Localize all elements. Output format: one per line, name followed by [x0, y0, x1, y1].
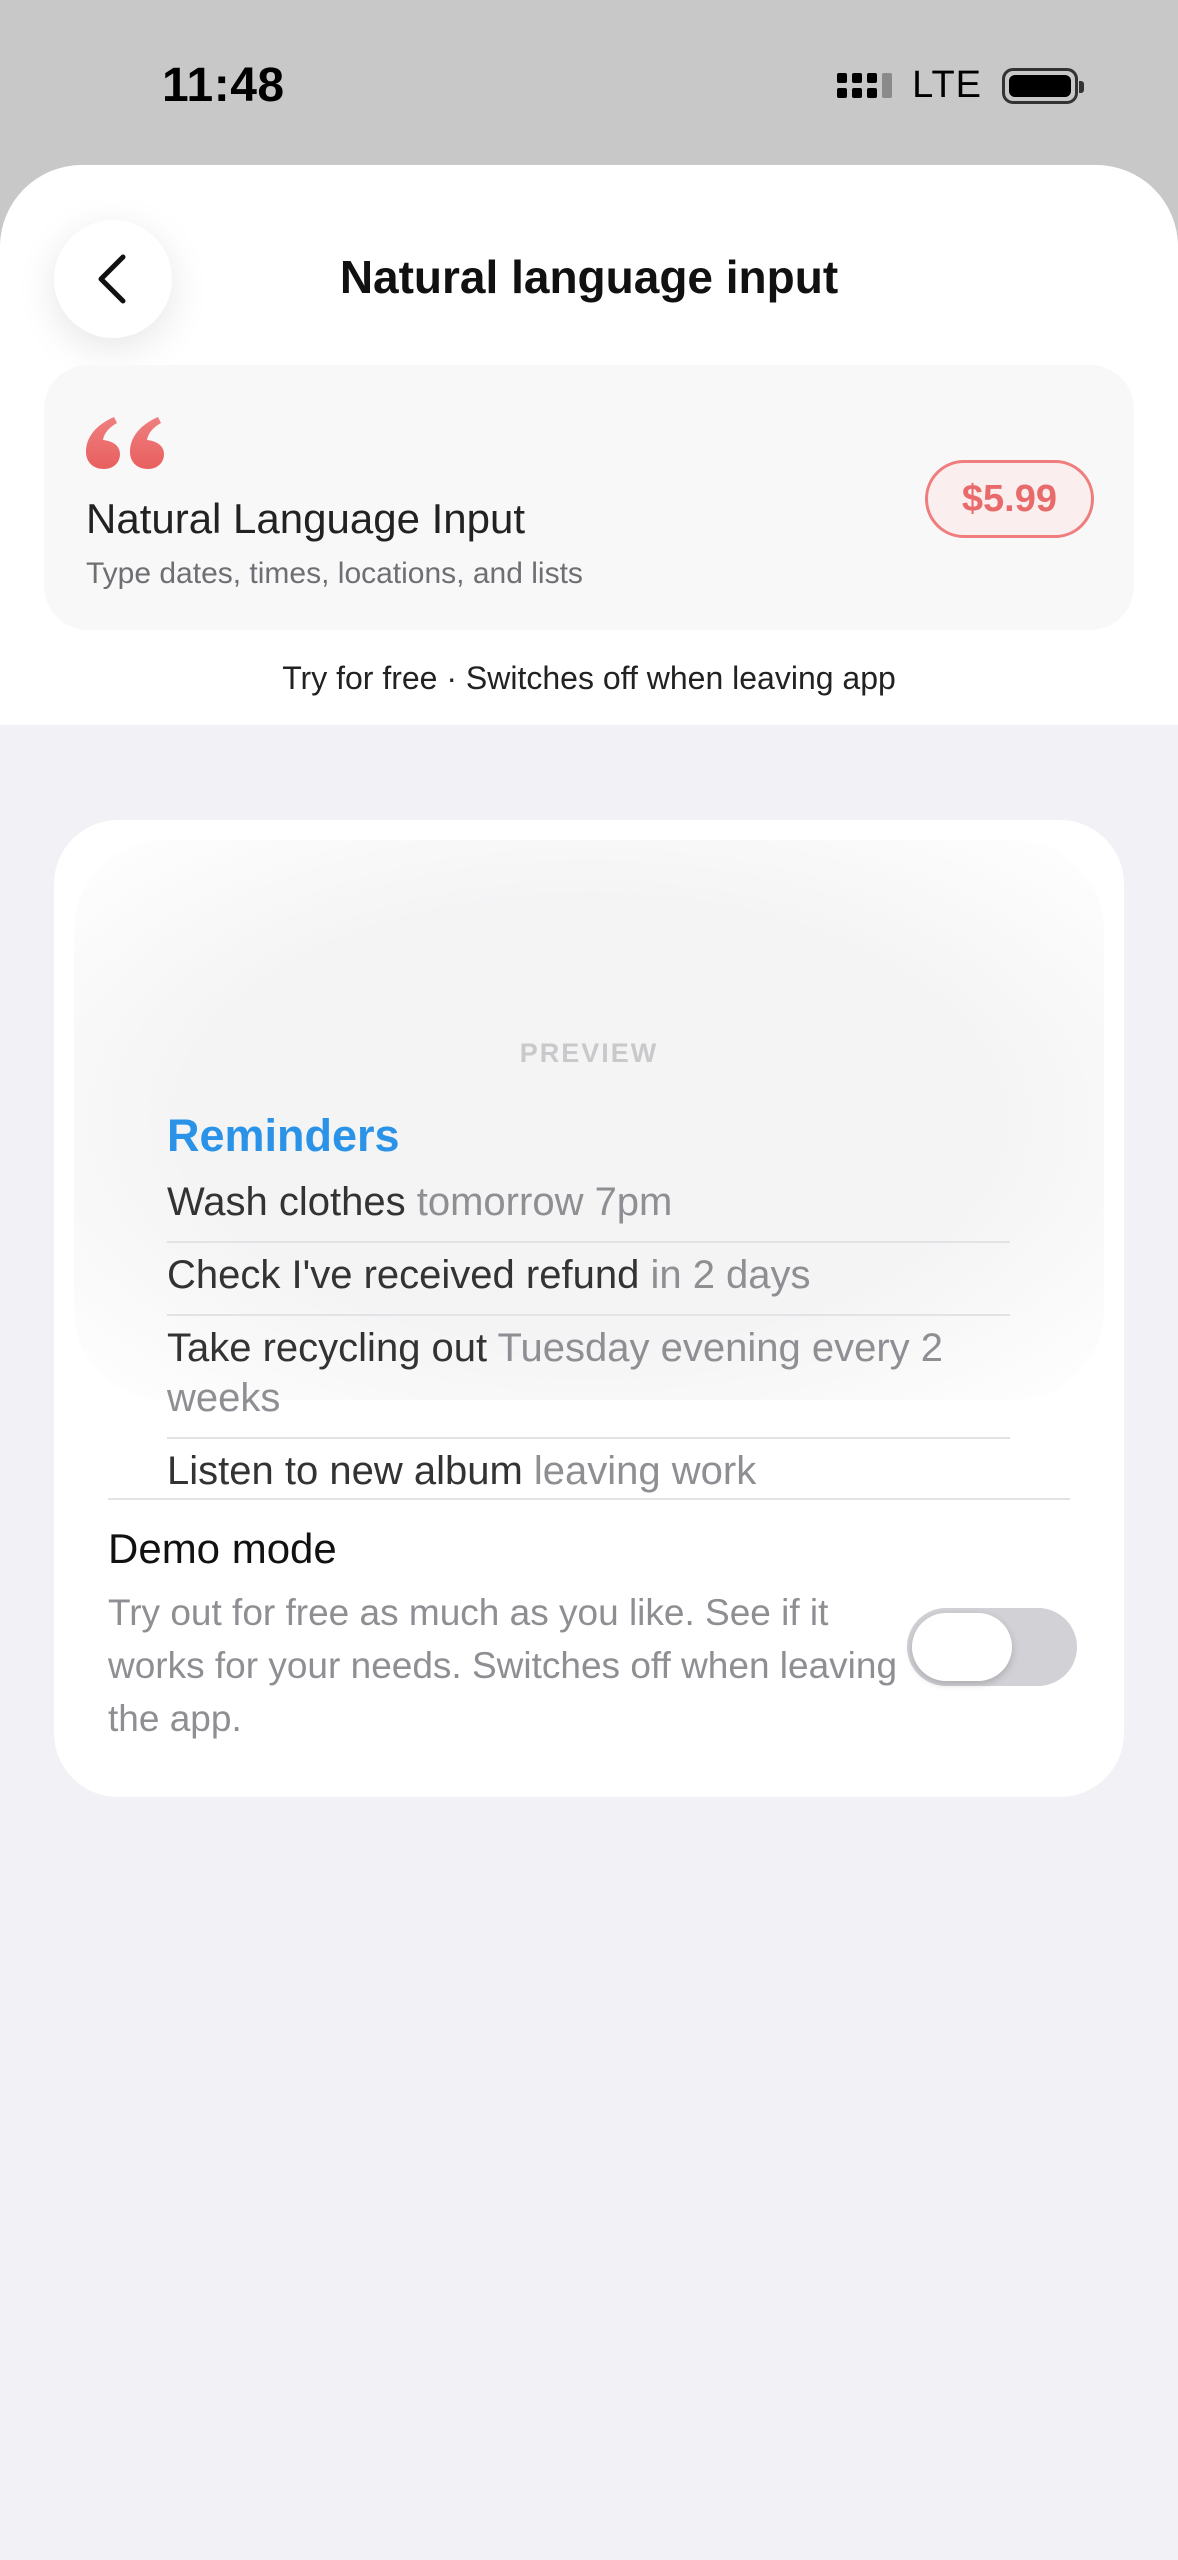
reminder-when: leaving work: [533, 1449, 757, 1493]
list-item: Wash clothes tomorrow 7pm: [167, 1170, 1010, 1243]
preview-content: Reminders Wash clothes tomorrow 7pm Chec…: [54, 820, 1124, 1797]
feature-subtitle: Type dates, times, locations, and lists: [86, 557, 583, 590]
demo-mode-toggle[interactable]: [907, 1608, 1077, 1686]
reminder-task: Wash clothes: [167, 1180, 406, 1224]
price-button[interactable]: $5.99: [924, 460, 1094, 538]
page-title: Natural language input: [339, 251, 839, 303]
chevron-left-icon: [98, 254, 126, 304]
battery-icon: [1002, 67, 1084, 104]
list-item: Take recycling out Tuesday evening every…: [167, 1316, 1010, 1439]
demo-mode-title: Demo mode: [108, 1525, 337, 1572]
reminders-list: Wash clothes tomorrow 7pm Check I've rec…: [167, 1170, 1010, 1510]
feature-card: Natural Language Input Type dates, times…: [44, 365, 1134, 630]
reminder-task: Check I've received refund: [167, 1253, 640, 1297]
divider: [108, 1498, 1070, 1500]
signal-icon: [837, 73, 893, 98]
reminder-task: Listen to new album: [167, 1449, 523, 1493]
reminder-task: Take recycling out: [167, 1326, 488, 1370]
back-button[interactable]: [54, 220, 172, 338]
status-bar: 11:48 LTE: [0, 0, 1178, 170]
list-item: Check I've received refund in 2 days: [167, 1243, 1010, 1316]
reminders-heading: Reminders: [167, 1110, 400, 1161]
network-type: LTE: [912, 64, 982, 106]
reminder-when: tomorrow 7pm: [416, 1180, 673, 1224]
toggle-knob: [912, 1613, 1012, 1681]
sheet: Natural language input Natural Language …: [0, 165, 1178, 2560]
reminder-when: in 2 days: [650, 1253, 811, 1297]
trial-note: Try for free · Switches off when leaving…: [282, 660, 896, 696]
feature-title: Natural Language Input: [86, 495, 526, 542]
status-time: 11:48: [162, 59, 285, 112]
quote-icon: [86, 417, 164, 469]
demo-mode-description: Try out for free as much as you like. Se…: [108, 1592, 898, 1739]
status-icons: LTE: [837, 64, 1084, 107]
